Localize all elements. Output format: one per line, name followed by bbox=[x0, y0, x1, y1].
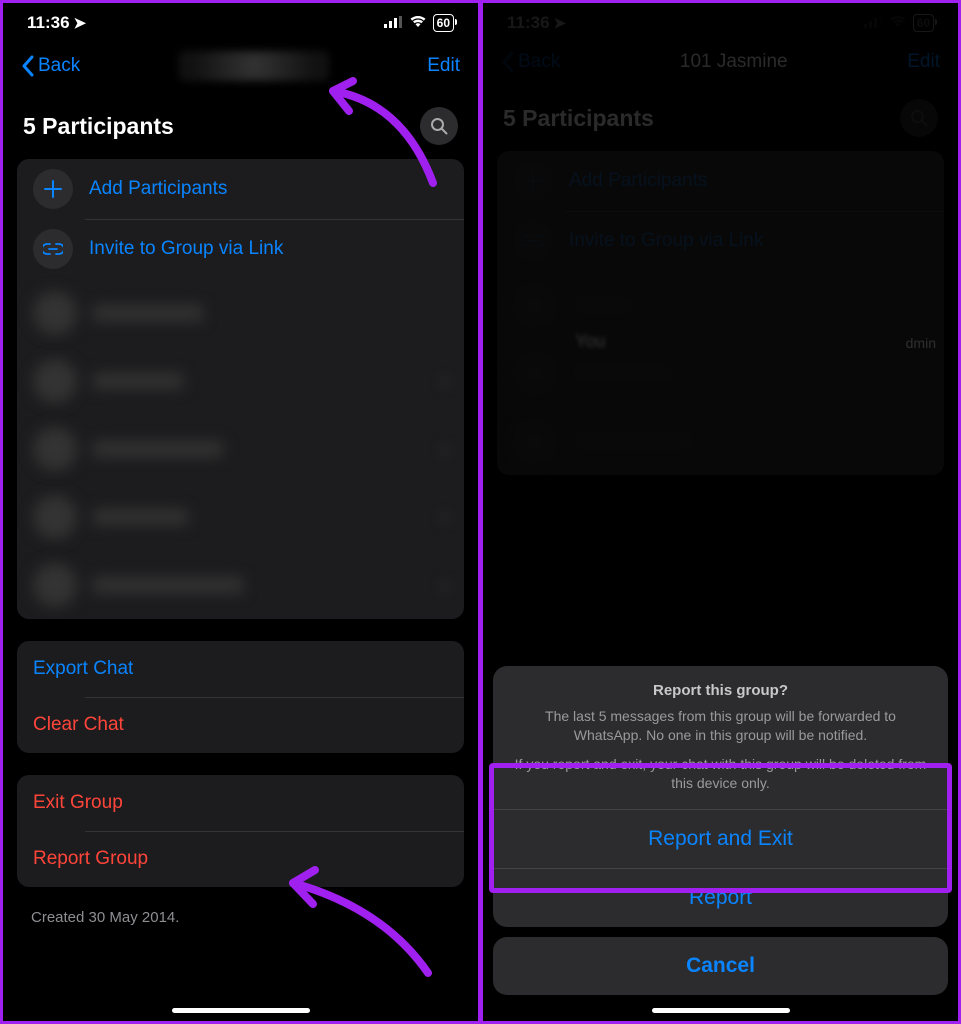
link-icon bbox=[33, 229, 73, 269]
report-and-exit-button[interactable]: Report and Exit bbox=[493, 809, 948, 868]
participant-row-blurred[interactable]: › bbox=[17, 415, 464, 483]
home-indicator[interactable] bbox=[652, 1008, 790, 1013]
phone-left: 11:36 ➤ 60 Back Edit 5 Participants bbox=[3, 3, 478, 1021]
export-chat-label: Export Chat bbox=[33, 658, 133, 680]
search-button[interactable] bbox=[420, 107, 458, 145]
location-icon: ➤ bbox=[74, 14, 87, 32]
report-group-row[interactable]: Report Group bbox=[17, 831, 464, 887]
status-time: 11:36 bbox=[27, 13, 70, 33]
sheet-message-2: If you report and exit, your chat with t… bbox=[511, 755, 930, 793]
action-sheet: Report this group? The last 5 messages f… bbox=[493, 666, 948, 995]
add-participants-row[interactable]: Add Participants bbox=[17, 159, 464, 219]
sheet-message-1: The last 5 messages from this group will… bbox=[511, 707, 930, 745]
exit-group-label: Exit Group bbox=[33, 792, 123, 814]
cellular-icon bbox=[384, 13, 403, 33]
clear-chat-label: Clear Chat bbox=[33, 714, 124, 736]
chat-actions: Export Chat Clear Chat bbox=[17, 641, 464, 753]
created-text: Created 30 May 2014. bbox=[3, 909, 478, 926]
phone-right: 11:36 ➤ 60 Back 101 Jasmine Edit 5 bbox=[483, 3, 958, 1021]
sheet-title: Report this group? bbox=[511, 682, 930, 699]
chevron-left-icon bbox=[21, 55, 34, 77]
search-icon bbox=[430, 117, 448, 135]
participants-actions: Add Participants Invite to Group via Lin… bbox=[17, 159, 464, 619]
participant-row-blurred[interactable]: › bbox=[17, 347, 464, 415]
invite-link-label: Invite to Group via Link bbox=[89, 238, 283, 260]
sheet-header: Report this group? The last 5 messages f… bbox=[493, 666, 948, 809]
sheet-card: Report this group? The last 5 messages f… bbox=[493, 666, 948, 927]
back-button[interactable]: Back bbox=[21, 55, 80, 77]
participant-row-blurred[interactable] bbox=[17, 279, 464, 347]
clear-chat-row[interactable]: Clear Chat bbox=[17, 697, 464, 753]
edit-button[interactable]: Edit bbox=[427, 55, 460, 77]
status-bar: 11:36 ➤ 60 bbox=[3, 3, 478, 37]
plus-icon bbox=[33, 169, 73, 209]
nav-bar: Back Edit bbox=[3, 37, 478, 95]
cancel-button[interactable]: Cancel bbox=[493, 937, 948, 995]
participant-row-blurred[interactable]: › bbox=[17, 483, 464, 551]
home-indicator[interactable] bbox=[172, 1008, 310, 1013]
participants-count: 5 Participants bbox=[23, 113, 174, 140]
participants-header: 5 Participants bbox=[3, 95, 478, 159]
invite-link-row[interactable]: Invite to Group via Link bbox=[17, 219, 464, 279]
wifi-icon bbox=[409, 13, 427, 33]
participant-row-blurred[interactable]: › bbox=[17, 551, 464, 619]
group-title-redacted bbox=[179, 51, 329, 81]
report-button[interactable]: Report bbox=[493, 868, 948, 927]
export-chat-row[interactable]: Export Chat bbox=[17, 641, 464, 697]
battery-icon: 60 bbox=[433, 14, 454, 32]
exit-group-row[interactable]: Exit Group bbox=[17, 775, 464, 831]
add-participants-label: Add Participants bbox=[89, 178, 227, 200]
group-actions: Exit Group Report Group bbox=[17, 775, 464, 887]
report-group-label: Report Group bbox=[33, 848, 148, 870]
